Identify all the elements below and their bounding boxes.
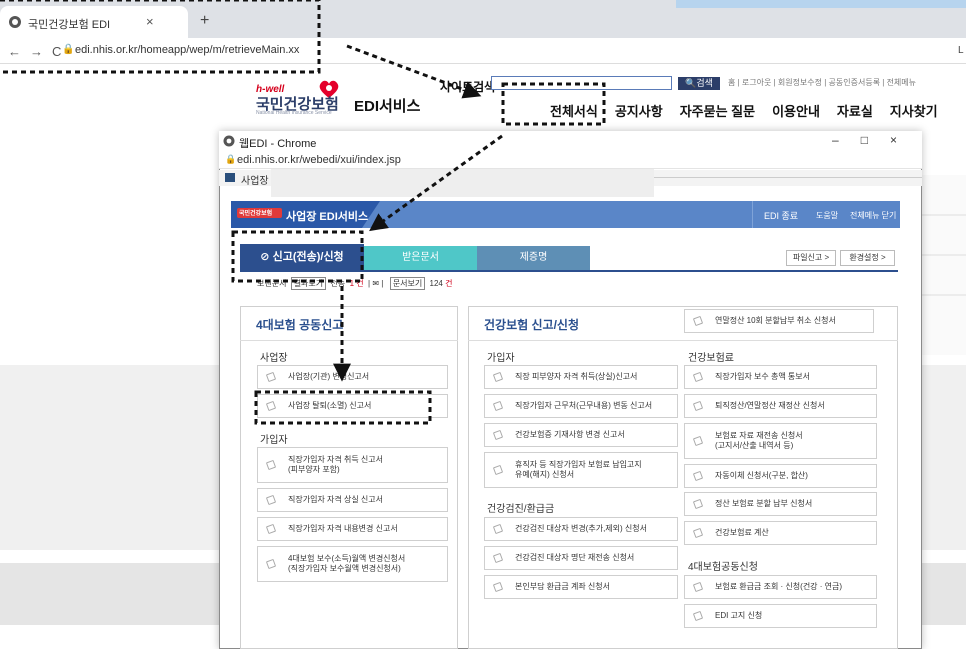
annotation-overlay: [0, 0, 606, 425]
highlight-item-box: [254, 390, 432, 425]
highlight-tab-box: [231, 230, 364, 283]
highlight-url-box: [0, 0, 321, 74]
arrow-url-to-forms: [346, 44, 482, 99]
arrow-forms-to-tab: [369, 134, 503, 232]
highlight-forms-box: [501, 82, 606, 126]
